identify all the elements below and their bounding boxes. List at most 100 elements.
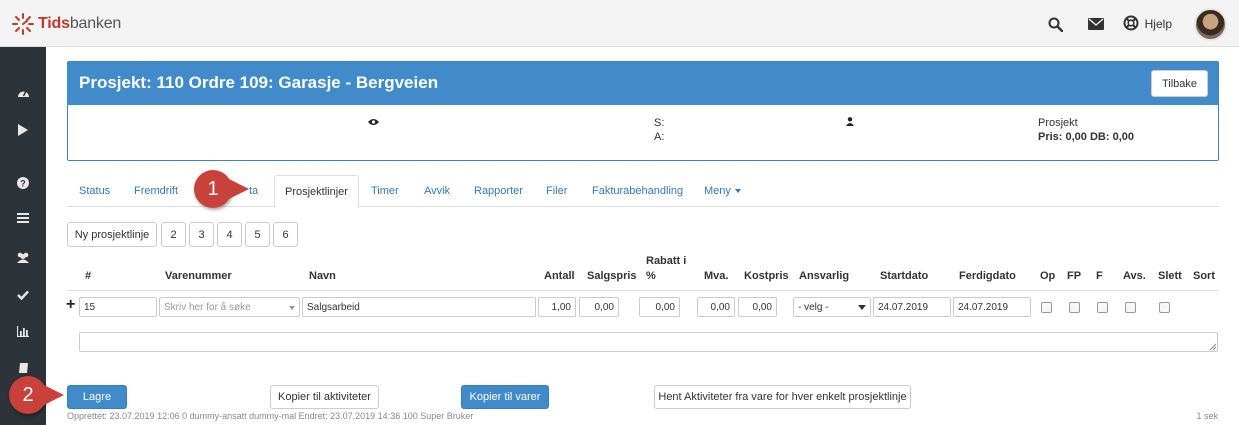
copy-to-activities-button[interactable]: Kopier til aktiviteter bbox=[270, 385, 379, 409]
startdato-input[interactable]: 24.07.2019 bbox=[873, 297, 951, 317]
avs-checkbox[interactable] bbox=[1125, 302, 1136, 313]
tab-meny-label: Meny bbox=[704, 185, 731, 197]
tab-fremdrift[interactable]: Fremdrift bbox=[134, 175, 178, 207]
header-rabatt-line1: Rabatt i bbox=[646, 255, 687, 267]
add-row-plus-icon[interactable]: + bbox=[66, 296, 75, 314]
play-icon[interactable] bbox=[0, 116, 46, 144]
dashboard-icon[interactable] bbox=[0, 78, 46, 106]
project-price: Pris: 0,00 DB: 0,00 bbox=[1038, 130, 1134, 144]
header-navn: Navn bbox=[309, 270, 336, 282]
ansvarlig-value: - velg - bbox=[798, 301, 829, 313]
page-button-6[interactable]: 6 bbox=[273, 222, 298, 247]
check-icon[interactable] bbox=[0, 281, 46, 309]
page-button-3[interactable]: 3 bbox=[189, 222, 214, 247]
header-varenummer: Varenummer bbox=[165, 270, 232, 282]
load-time: 1 sek bbox=[1196, 411, 1218, 421]
header-avs: Avs. bbox=[1123, 270, 1146, 282]
header-ansvarlig: Ansvarlig bbox=[799, 270, 850, 282]
project-header: Prosjekt: 110 Ordre 109: Garasje - Bergv… bbox=[68, 62, 1218, 105]
project-type: Prosjekt bbox=[1038, 117, 1078, 129]
mva-input[interactable]: 0,00 bbox=[697, 297, 735, 317]
help-label: Hjelp bbox=[1144, 17, 1172, 31]
s-label: S: bbox=[654, 117, 665, 129]
tab-status[interactable]: Status bbox=[79, 175, 110, 207]
page-button-5[interactable]: 5 bbox=[245, 222, 270, 247]
logo-text: Tidsbanken bbox=[38, 15, 121, 33]
tab-fakturabehandling[interactable]: Fakturabehandling bbox=[592, 175, 683, 207]
lifebuoy-icon bbox=[1123, 15, 1139, 34]
header-op: Op bbox=[1040, 270, 1056, 282]
project-info: Prosjekt Pris: 0,00 DB: 0,00 bbox=[1038, 116, 1134, 144]
project-panel: Prosjekt: 110 Ordre 109: Garasje - Bergv… bbox=[67, 61, 1219, 161]
bar-chart-icon[interactable] bbox=[0, 317, 46, 345]
clock-logo-icon bbox=[12, 13, 34, 35]
tab-filer[interactable]: Filer bbox=[546, 175, 567, 207]
logo-text-red: Tids bbox=[38, 15, 70, 32]
salgspris-input[interactable]: 0,00 bbox=[579, 297, 619, 317]
back-button[interactable]: Tilbake bbox=[1150, 70, 1208, 97]
header-kostpris: Kostpris bbox=[744, 270, 789, 282]
select-arrow-icon bbox=[858, 302, 866, 313]
header-num: # bbox=[85, 270, 92, 282]
top-icons: Hjelp bbox=[1027, 7, 1227, 41]
logo[interactable]: Tidsbanken bbox=[12, 12, 121, 36]
header-ferdigdato: Ferdigdato bbox=[959, 270, 1016, 282]
slett-checkbox[interactable] bbox=[1159, 302, 1170, 313]
user-icon bbox=[846, 117, 854, 129]
op-checkbox[interactable] bbox=[1041, 302, 1052, 313]
resize-handle-icon[interactable] bbox=[1209, 343, 1216, 350]
eye-icon bbox=[368, 117, 379, 129]
ferdigdato-input[interactable]: 24.07.2019 bbox=[953, 297, 1031, 317]
ansvarlig-select[interactable]: - velg - bbox=[793, 297, 871, 317]
header-mva: Mva. bbox=[704, 270, 729, 282]
users-icon[interactable] bbox=[0, 243, 46, 271]
record-metadata: Opprettet: 23.07.2019 12:06 0 dummy-ansa… bbox=[67, 411, 474, 421]
header-slett: Slett bbox=[1158, 270, 1182, 282]
search-icon[interactable] bbox=[1045, 13, 1067, 35]
varenummer-placeholder: Skriv her for å søke bbox=[164, 301, 251, 313]
header-salgspris: Salgspris bbox=[587, 270, 637, 282]
callout-1: 1 bbox=[194, 170, 249, 208]
antall-input[interactable]: 1,00 bbox=[538, 297, 576, 317]
header-startdato: Startdato bbox=[880, 270, 929, 282]
select-arrow-icon bbox=[289, 302, 295, 313]
help-button[interactable]: Hjelp bbox=[1123, 15, 1172, 34]
top-bar: Tidsbanken Hjelp bbox=[0, 0, 1239, 47]
tab-meny[interactable]: Meny bbox=[704, 175, 741, 207]
header-rabatt-line2: % bbox=[646, 270, 656, 282]
page-button-4[interactable]: 4 bbox=[217, 222, 242, 247]
header-antall: Antall bbox=[544, 270, 575, 282]
header-f: F bbox=[1096, 270, 1103, 282]
caret-down-icon bbox=[734, 189, 741, 194]
varenummer-select[interactable]: Skriv her for å søke bbox=[159, 297, 300, 317]
tab-rapporter[interactable]: Rapporter bbox=[474, 175, 523, 207]
line-number-input[interactable]: 15 bbox=[79, 297, 157, 317]
description-textarea[interactable] bbox=[79, 332, 1218, 352]
save-button[interactable]: Lagre bbox=[67, 385, 127, 409]
rabatt-input[interactable]: 0,00 bbox=[639, 297, 680, 317]
tab-prosjektlinjer[interactable]: Prosjektlinjer bbox=[274, 175, 359, 208]
envelope-icon[interactable] bbox=[1085, 13, 1107, 35]
kostpris-input[interactable]: 0,00 bbox=[738, 297, 777, 317]
fp-checkbox[interactable] bbox=[1069, 302, 1080, 313]
avatar[interactable] bbox=[1194, 7, 1227, 41]
fetch-activities-button[interactable]: Hent Aktiviteter fra vare for hver enkel… bbox=[654, 385, 911, 409]
f-checkbox[interactable] bbox=[1097, 302, 1108, 313]
sidebar: ? bbox=[0, 47, 46, 425]
page-button-2[interactable]: 2 bbox=[161, 222, 186, 247]
question-icon[interactable]: ? bbox=[0, 169, 46, 197]
tab-avvik[interactable]: Avvik bbox=[424, 175, 450, 207]
svg-text:?: ? bbox=[20, 179, 26, 189]
page-title: Prosjekt: 110 Ordre 109: Garasje - Bergv… bbox=[79, 73, 439, 92]
tab-timer[interactable]: Timer bbox=[371, 175, 399, 207]
navn-input[interactable]: Salgsarbeid bbox=[302, 297, 536, 317]
copy-to-items-button[interactable]: Kopier til varer bbox=[461, 385, 549, 409]
project-summary: S: A: Prosjekt Pris: 0,00 DB: 0,00 bbox=[68, 105, 1218, 160]
logo-text-grey: banken bbox=[69, 15, 122, 32]
header-sort: Sort bbox=[1193, 270, 1215, 282]
tab-hidden-partial[interactable]: ta bbox=[249, 175, 258, 207]
a-label: A: bbox=[654, 131, 665, 143]
new-project-line-button[interactable]: Ny prosjektlinje bbox=[67, 222, 157, 247]
list-icon[interactable] bbox=[0, 204, 46, 232]
project-price-text: Pris: 0,00 DB: 0,00 bbox=[1038, 131, 1134, 143]
